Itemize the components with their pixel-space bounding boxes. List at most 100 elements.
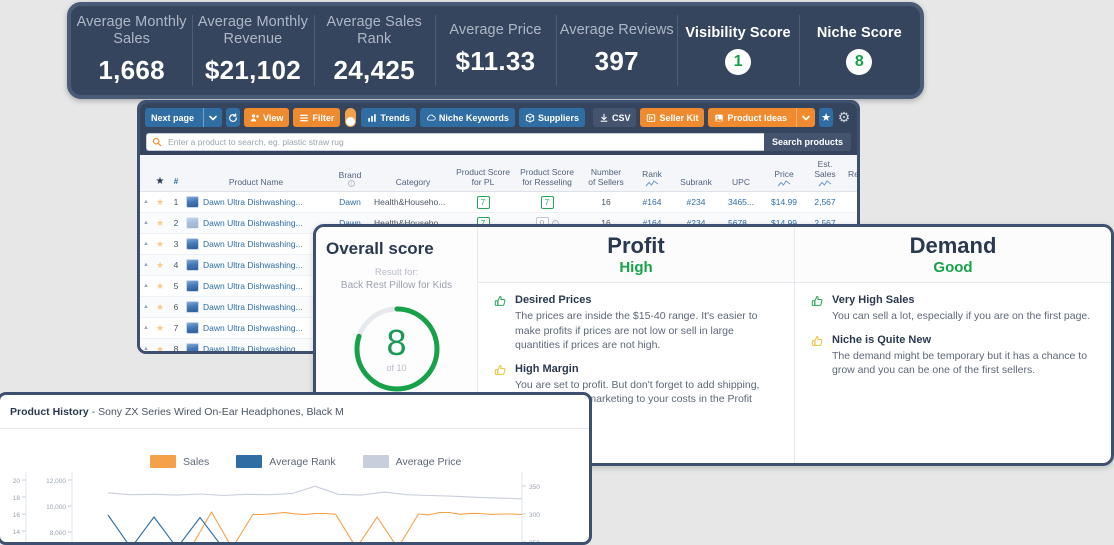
row-rank[interactable]: #164 xyxy=(632,197,672,207)
overall-score-donut: 8 of 10 xyxy=(349,301,445,397)
star-icon: ★ xyxy=(155,343,165,354)
next-page-button[interactable]: Next page xyxy=(145,108,223,127)
row-subrank[interactable]: #234 xyxy=(672,197,720,207)
row-expand-toggle[interactable]: ▲ xyxy=(140,304,152,310)
favorites-star-button[interactable]: ★ xyxy=(819,108,833,127)
row-brand[interactable]: Dawn xyxy=(326,197,374,207)
row-favorite-star[interactable]: ★ xyxy=(152,323,168,334)
row-product-name[interactable]: Dawn Ultra Dishwashing... xyxy=(184,217,326,229)
header-brand[interactable]: Brand i xyxy=(326,170,374,188)
product-score-reselling-badge: 7 xyxy=(540,195,554,209)
profit-header: Profit High xyxy=(478,227,794,283)
star-icon: ★ xyxy=(155,176,165,187)
row-expand-toggle[interactable]: ▲ xyxy=(140,241,152,247)
summary-stats-panel: Average Monthly Sales 1,668 Average Mont… xyxy=(67,2,924,99)
chevron-down-icon[interactable] xyxy=(796,108,815,127)
header-est-sales[interactable]: Est. Sales xyxy=(806,159,844,188)
row-expand-toggle[interactable]: ▲ xyxy=(140,283,152,289)
search-input-wrapper[interactable] xyxy=(146,133,764,151)
row-product-name[interactable]: Dawn Ultra Dishwashing... xyxy=(184,238,326,250)
seller-kit-button[interactable]: Seller Kit xyxy=(640,108,705,127)
header-category[interactable]: Category xyxy=(374,177,452,188)
row-product-name[interactable]: Dawn Ultra Dishwashing... xyxy=(184,343,326,351)
stat-label: Visibility Score xyxy=(685,24,791,41)
product-history-panel: Product History - Sony ZX Series Wired O… xyxy=(0,392,592,545)
header-product-score-pl[interactable]: Product Score for PL xyxy=(452,167,514,188)
stat-value: $11.33 xyxy=(455,46,536,76)
row-favorite-star[interactable]: ★ xyxy=(152,343,168,354)
table-row[interactable]: ▲ ★ 1 Dawn Ultra Dishwashing... Dawn Health&H… xyxy=(140,192,857,213)
profit-title: Profit xyxy=(607,232,665,258)
row-product-name[interactable]: Dawn Ultra Dishwashing... xyxy=(184,196,326,208)
trends-button[interactable]: Trends xyxy=(361,108,416,127)
overall-score-outof: of 10 xyxy=(386,362,407,373)
filter-toggle-switch[interactable] xyxy=(345,108,357,127)
niche-keywords-button[interactable]: Niche Keywords xyxy=(419,108,515,127)
row-favorite-star[interactable]: ★ xyxy=(152,281,168,292)
header-upc[interactable]: UPC xyxy=(720,177,762,188)
product-thumbnail xyxy=(186,343,199,351)
row-product-name[interactable]: Dawn Ultra Dishwashing... xyxy=(184,259,326,271)
row-expand-toggle[interactable]: ▲ xyxy=(140,199,152,205)
row-favorite-star[interactable]: ★ xyxy=(152,260,168,271)
row-favorite-star[interactable]: ★ xyxy=(152,239,168,250)
row-index: 4 xyxy=(173,260,179,270)
row-expand-toggle[interactable]: ▲ xyxy=(140,262,152,268)
row-favorite-star[interactable]: ★ xyxy=(152,302,168,313)
row-product-name[interactable]: Dawn Ultra Dishwashing... xyxy=(184,301,326,313)
row-product-name[interactable]: Dawn Ultra Dishwashing... xyxy=(184,322,326,334)
suppliers-button[interactable]: Suppliers xyxy=(518,108,585,127)
header-number-of-sellers[interactable]: Number of Sellers xyxy=(580,167,632,188)
star-icon: ★ xyxy=(155,217,165,228)
svg-text:10,000: 10,000 xyxy=(46,504,66,511)
row-category: Health&Househo... xyxy=(374,197,446,207)
row-product-name[interactable]: Dawn Ultra Dishwashing... xyxy=(184,280,326,292)
header-favorite-star[interactable]: ★ xyxy=(152,177,168,188)
header-subrank[interactable]: Subrank xyxy=(672,177,720,188)
csv-label: CSV xyxy=(611,112,631,123)
row-expand-toggle[interactable]: ▲ xyxy=(140,346,152,351)
trends-label: Trends xyxy=(380,112,410,123)
visibility-score-badge: 1 xyxy=(725,48,752,75)
legend-swatch-sales xyxy=(150,455,176,468)
row-expand-toggle[interactable]: ▲ xyxy=(140,220,152,226)
chevron-up-icon: ▲ xyxy=(143,262,149,268)
product-thumbnail xyxy=(186,238,199,250)
search-input[interactable] xyxy=(166,136,759,148)
row-index: 7 xyxy=(173,323,179,333)
row-product-score-pl: 7 xyxy=(452,195,514,209)
svg-text:350: 350 xyxy=(529,484,540,491)
filter-button[interactable]: Filter xyxy=(293,108,341,127)
info-icon[interactable]: i xyxy=(348,180,355,187)
csv-export-button[interactable]: CSV xyxy=(592,108,637,127)
header-price[interactable]: Price xyxy=(762,169,806,188)
product-ideas-inner: Product Ideas xyxy=(708,108,793,127)
header-product-name[interactable]: Product Name xyxy=(184,177,326,188)
refresh-button[interactable] xyxy=(226,108,241,127)
row-expand-toggle[interactable]: ▲ xyxy=(140,325,152,331)
stat-value: 397 xyxy=(594,46,639,76)
header-product-score-reselling[interactable]: Product Score for Resseling xyxy=(514,167,580,188)
fact-item: Niche is Quite New The demand might be t… xyxy=(811,334,1095,378)
product-ideas-button[interactable]: Product Ideas xyxy=(708,108,815,127)
row-favorite-star[interactable]: ★ xyxy=(152,218,168,229)
fact-text-group: Very High Sales You can sell a lot, espe… xyxy=(832,294,1090,324)
table-header-row: ★ # Product Name Brand i Category Product… xyxy=(140,155,857,192)
gear-icon[interactable]: ⚙ xyxy=(837,108,851,127)
table-toolbar: Next page View Filter Trends Niche Keywo… xyxy=(140,103,857,132)
header-rank[interactable]: Rank xyxy=(632,169,672,188)
chevron-down-icon[interactable] xyxy=(203,108,222,127)
stat-value: 24,425 xyxy=(333,54,415,85)
row-upc[interactable]: 3465... xyxy=(720,197,762,207)
stat-average-sales-rank: Average Sales Rank 24,425 xyxy=(313,6,435,95)
svg-text:16: 16 xyxy=(13,512,21,519)
svg-text:250: 250 xyxy=(529,540,540,545)
search-products-button[interactable]: Search products xyxy=(763,133,851,151)
row-favorite-star[interactable]: ★ xyxy=(152,197,168,208)
header-reviews[interactable]: # of Reviews xyxy=(844,159,857,188)
thumbs-up-icon xyxy=(494,295,507,353)
fact-title: Very High Sales xyxy=(832,294,915,306)
svg-text:300: 300 xyxy=(529,512,540,519)
fact-body: The prices are inside the $15-40 range. … xyxy=(515,310,758,351)
view-button[interactable]: View xyxy=(244,108,290,127)
